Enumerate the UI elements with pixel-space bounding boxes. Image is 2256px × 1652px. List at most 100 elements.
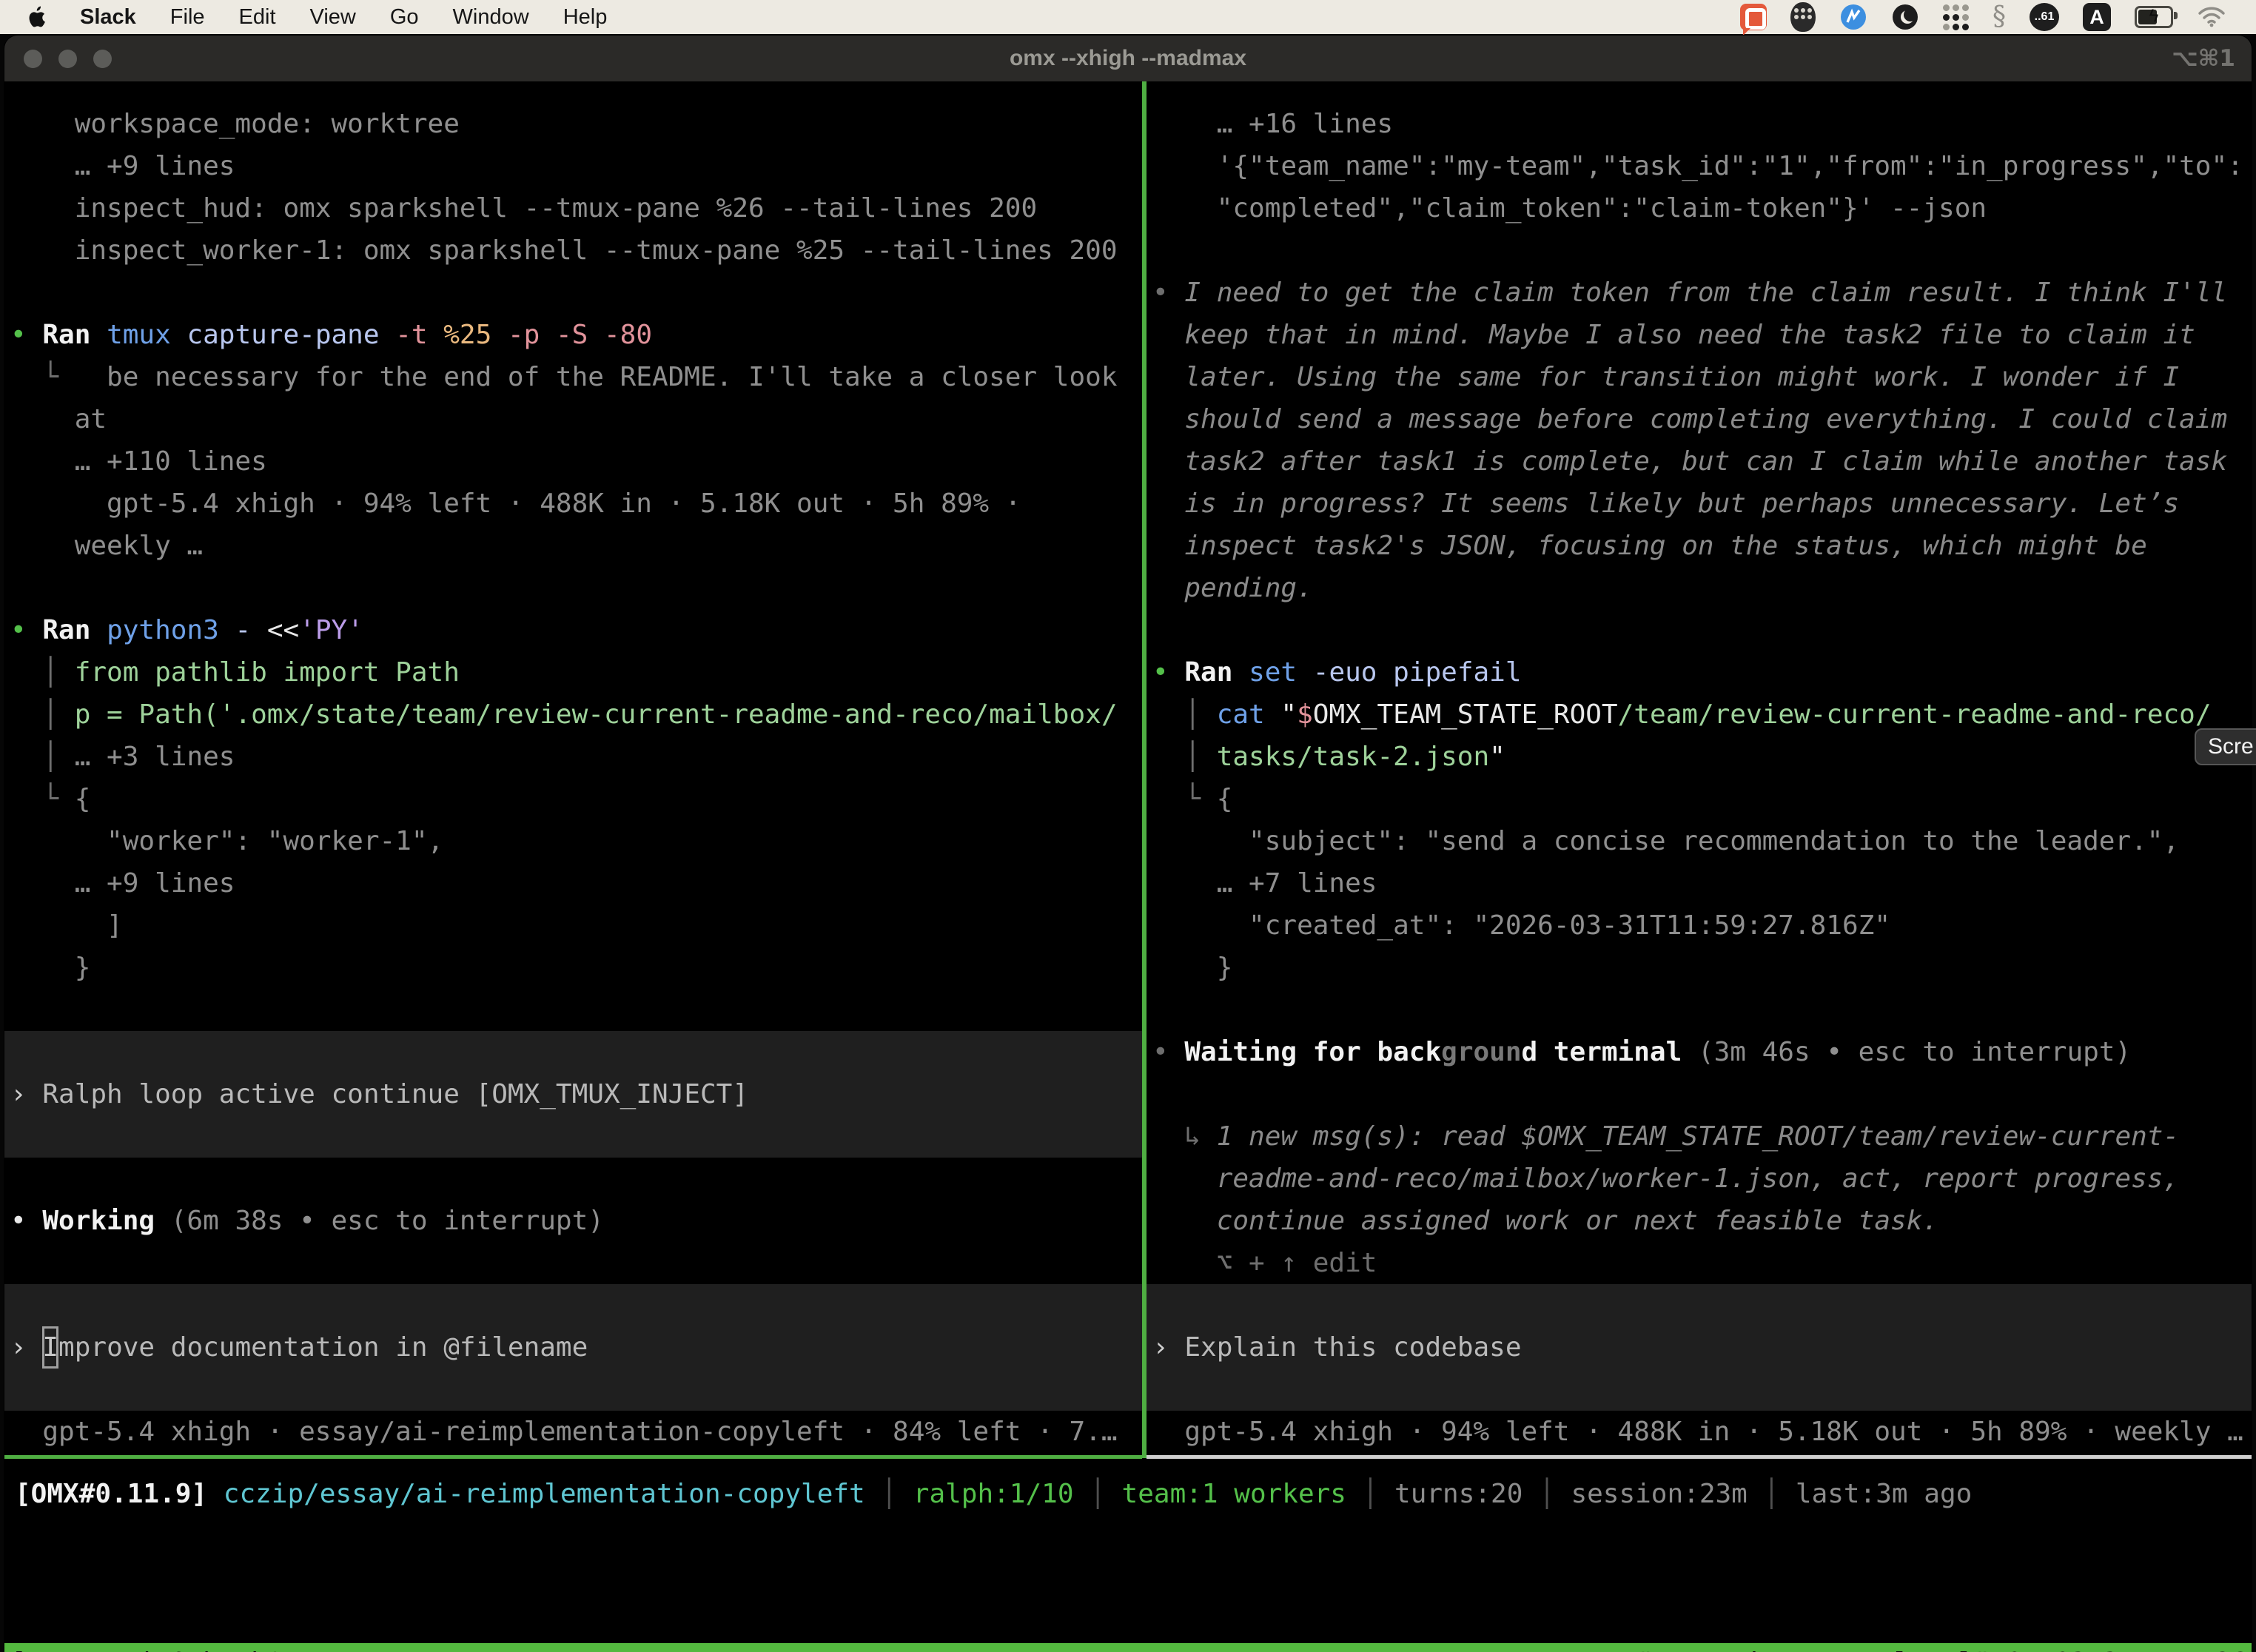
menu-app-name[interactable]: Slack [80,5,136,30]
menu-item-edit[interactable]: Edit [239,5,276,30]
terminal-line: pending. [1147,567,2252,609]
text-segment: "subject": "send a concise recommendatio… [1152,826,2179,856]
hook-icon[interactable]: § [1993,4,2006,30]
terminal-line: │ … +3 lines [4,736,1142,778]
count-badge-icon[interactable]: ..61 [2030,3,2059,31]
text-segment: "completed","claim_token":"claim-token"}… [1152,193,1987,224]
text-segment: (3m 46s • esc to interrupt) [1682,1037,2131,1067]
text-segment: ralph:1/10 [913,1479,1074,1509]
window-title-bar[interactable]: omx --xhigh --madmax ⌥⌘1 [4,36,2252,81]
shield-grid-icon[interactable] [1790,2,1816,32]
text-segment: Ralph loop active continue [OMX_TMUX_INJ… [42,1073,748,1115]
terminal-line: inspect task2's JSON, focusing on the st… [1147,525,2252,567]
text-segment: • [1152,657,1184,688]
text-segment: set [1249,657,1313,688]
text-segment: } [10,953,90,983]
text-segment: task2 after task1 is complete, but can I… [1152,446,2227,477]
text-segment: ↳ [1152,1121,1217,1152]
battery-icon[interactable]: ϟ [2135,6,2173,28]
prompt-suggestion-band[interactable]: › Explain this codebase [1147,1284,2252,1411]
menu-item-help[interactable]: Help [563,5,608,30]
ran-set-pipefail-line: • Ran set -euo pipefail [1147,651,2252,694]
text-segment: 1 new msg(s): read $OMX_TEAM_STATE_ROOT/… [1217,1121,2179,1152]
menu-item-file[interactable]: File [170,5,205,30]
text-segment: gpt-5.4 xhigh · 94% left · 488K in · 5.1… [10,488,1021,519]
terminal-line: workspace_mode: worktree [4,103,1142,145]
terminal-line: ] [4,904,1142,947]
terminal-line: │ from pathlib import Path [4,651,1142,694]
text-segment: › [1152,1326,1184,1369]
blue-badge-icon[interactable] [1839,3,1867,31]
input-source-icon[interactable]: A [2083,3,2111,31]
screenshot-chat-icon[interactable] [1740,4,1767,30]
text-segment: … +3 lines [75,742,235,772]
text-segment: │ [10,742,75,772]
ralph-loop-band[interactable]: › Ralph loop active continue [OMX_TMUX_I… [4,1031,1142,1158]
menu-item-view[interactable]: View [310,5,356,30]
tmux-status-bar: [omx-cczip0:bash* "MacBook-Pro-44.local"… [4,1643,2252,1652]
text-segment: 'PY' [299,615,363,645]
tooltip-text: Scre [2208,734,2254,759]
screen-tooltip: Scre [2195,728,2256,765]
tmux-pane-left[interactable]: workspace_mode: worktree … +9 lines insp… [4,81,1142,1458]
crescent-circle-icon[interactable] [1891,3,1919,31]
prompt-suggestion-band[interactable]: › Improve documentation in @filename [4,1284,1142,1411]
text-segment: continue assigned work or next feasible … [1152,1206,1938,1236]
text-segment: inspect_worker-1: omx sparkshell --tmux-… [10,235,1118,266]
text-segment: … +9 lines [10,868,235,899]
text-segment: I need to get the claim token from the c… [1184,278,2227,308]
text-segment: -S [556,320,604,350]
text-segment: Explain this codebase [1184,1326,1521,1369]
text-segment: │ [1152,742,1217,772]
text-segment: -euo pipefail [1313,657,1522,688]
terminal-window: omx --xhigh --madmax ⌥⌘1 workspace_mode:… [4,36,2252,1652]
text-segment: │ [865,1479,913,1509]
text-segment: -80 [604,320,652,350]
text-segment: d terminal [1522,1037,1682,1067]
text-segment: ] [10,910,123,941]
pane-border-left-bottom [4,1455,1142,1459]
text-segment: mprove documentation in @filename [58,1326,588,1369]
menu-item-window[interactable]: Window [453,5,529,30]
thinking-text: • I need to get the claim token from the… [1147,272,2252,314]
text-segment: › [10,1326,42,1369]
terminal-line: │ tasks/task-2.json" [1147,736,2252,778]
text-segment: } [1152,953,1232,983]
terminal-line: continue assigned work or next feasible … [1147,1200,2252,1242]
text-segment: from pathlib import Path [75,657,460,688]
text-segment: (6m 38s • esc to interrupt) [155,1206,604,1236]
text-segment: { [1217,784,1233,814]
text-segment: keep that in mind. Maybe I also need the… [1152,320,2195,350]
text-segment: › [10,1073,42,1115]
terminal-line: should send a message before completing … [1147,398,2252,440]
terminal-line: … +16 lines [1147,103,2252,145]
terminal-line: is in progress? It seems likely but perh… [1147,483,2252,525]
dots-grid-icon[interactable] [1943,4,1969,30]
text-segment: │ [10,657,75,688]
window-shortcut-badge: ⌥⌘1 [2172,45,2235,72]
text-segment: p = Path('.omx/state/team/review-current… [75,699,1118,730]
tmux-pane-right[interactable]: … +16 lines '{"team_name":"my-team","tas… [1147,81,2252,1458]
terminal-line: '{"team_name":"my-team","task_id":"1","f… [1147,145,2252,187]
text-segment: $ [1297,699,1313,730]
text-segment: be necessary for the end of the README. … [107,362,1117,392]
text-segment: << [267,615,299,645]
text-segment: readme-and-reco/mailbox/worker-1.json, a… [1152,1164,2179,1194]
text-segment: … +16 lines [1152,109,1393,139]
text-segment: └ [10,362,107,392]
omx-status-line: [OMX#0.11.9] cczip/essay/ai-reimplementa… [15,1473,1972,1515]
text-segment: │ [1346,1479,1394,1509]
terminal-line [4,272,1142,314]
text-segment: │ [1074,1479,1122,1509]
text-segment: gpt-5.4 xhigh · 94% left · 488K in · 5.1… [1152,1417,2243,1447]
text-segment: tasks/task-2.json [1217,742,1489,772]
text-segment: ⌥ + ↑ edit [1152,1248,1377,1278]
text-segment: turns:20 [1394,1479,1523,1509]
text-segment: │ [1523,1479,1571,1509]
terminal-line: } [1147,947,2252,989]
text-segment: "created_at": "2026-03-31T11:59:27.816Z" [1152,910,1890,941]
apple-menu-icon[interactable] [27,6,46,28]
menu-item-go[interactable]: Go [390,5,419,30]
text-segment: tmux [107,320,187,350]
wifi-icon[interactable] [2197,6,2226,28]
